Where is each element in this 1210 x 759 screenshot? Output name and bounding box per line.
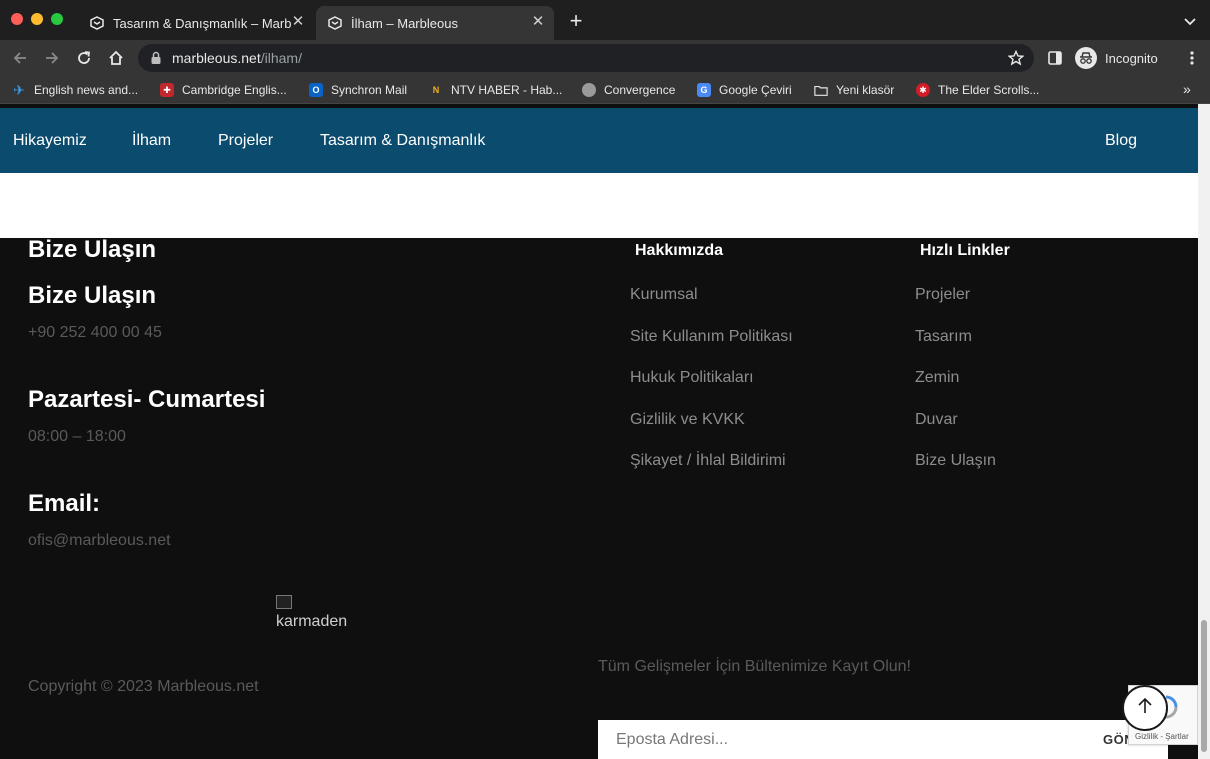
bookmark-label: Synchron Mail [331,83,408,97]
ntv-icon: N [432,85,440,95]
bookmark-english-news[interactable]: ✈ English news and... [12,82,138,98]
quick-link-projeler[interactable]: Projeler [915,286,970,304]
bookmark-convergence[interactable]: Convergence [582,82,675,98]
scroll-to-top-button[interactable] [1122,685,1168,731]
bookmark-label: English news and... [34,83,139,97]
quick-links-column-title: Hızlı Linkler [920,242,1010,259]
newsletter-email-input[interactable] [616,731,1086,749]
bookmark-label: NTV HABER - Hab... [451,83,563,97]
content-spacer [0,173,1198,238]
back-arrow-icon[interactable] [10,48,30,68]
phone-link[interactable]: +90 252 400 00 45 [28,324,162,342]
browser-tab-strip: Tasarım & Danışmanlık – Marbleous ✕ İlha… [0,0,1210,40]
scrollbar-thumb[interactable] [1201,620,1207,752]
copyright-text: Copyright © 2023 Marbleous.net [28,678,259,695]
quick-link-duvar[interactable]: Duvar [915,411,958,429]
home-icon[interactable] [106,48,126,68]
lock-icon[interactable] [150,51,162,70]
bookmark-star-icon[interactable] [1007,49,1025,71]
hours-text: 08:00 – 18:00 [28,428,126,445]
forward-arrow-icon[interactable] [42,48,62,68]
hours-heading: Pazartesi- Cumartesi [28,386,266,413]
more-menu-icon[interactable] [1182,48,1202,68]
nav-link-projeler[interactable]: Projeler [218,132,273,150]
browser-tab-tasarim[interactable]: Tasarım & Danışmanlık – Marbleous ✕ [78,6,314,40]
profile-label: Incognito [1105,50,1158,66]
elder-scrolls-icon: ✱ [916,83,930,97]
contact-subheading: Bize Ulaşın [28,282,157,309]
bookmark-elder-scrolls[interactable]: ✱ The Elder Scrolls... [916,82,1039,98]
minimize-window-button[interactable] [31,13,43,25]
site-navigation: Hikayemiz İlham Projeler Tasarım & Danış… [0,108,1198,173]
email-link[interactable]: ofis@marbleous.net [28,532,171,550]
broken-image-icon [276,595,292,609]
newsletter-prompt: Tüm Gelişmeler İçin Bültenimize Kayıt Ol… [598,658,911,675]
side-panel-icon[interactable] [1045,48,1065,68]
quick-link-zemin[interactable]: Zemin [915,369,959,387]
outlook-icon: O [309,83,323,97]
url-text: marbleous.net/ilham/ [172,50,302,66]
close-tab-icon[interactable]: ✕ [530,14,546,30]
quick-link-bize-ulasin[interactable]: Bize Ulaşın [915,452,996,470]
recaptcha-terms-text: Gizlilik - Şartlar [1135,732,1189,741]
contact-heading: Bize Ulaşın [28,236,157,263]
bookmark-synchron-mail[interactable]: O Synchron Mail [309,82,407,98]
address-bar[interactable]: marbleous.net/ilham/ [138,44,1034,72]
marbleous-favicon-icon [328,16,342,30]
about-link-sikayet[interactable]: Şikayet / İhlal Bildirimi [630,452,786,470]
tab-search-chevron-icon[interactable] [1182,13,1198,29]
about-link-site-kullanim[interactable]: Site Kullanım Politikası [630,328,793,346]
newsletter-form: GÖN [598,720,1168,759]
url-path: /ilham/ [260,50,302,66]
about-column-title: Hakkımızda [635,242,724,259]
folder-icon [814,83,828,97]
marbleous-favicon-icon [90,16,104,30]
close-window-button[interactable] [11,13,23,25]
about-link-gizlilik[interactable]: Gizlilik ve KVKK [630,411,745,429]
nav-link-hikayemiz[interactable]: Hikayemiz [13,132,87,150]
email-heading: Email: [28,490,101,517]
bookmark-google-ceviri[interactable]: G Google Çeviri [697,82,792,98]
tab-title: İlham – Marbleous [351,15,458,31]
page-scrollbar[interactable] [1198,104,1210,759]
browser-tab-ilham[interactable]: İlham – Marbleous ✕ [316,6,554,40]
cambridge-icon: ✚ [160,83,174,97]
maximize-window-button[interactable] [51,13,63,25]
bookmark-label: The Elder Scrolls... [938,83,1040,97]
close-tab-icon[interactable]: ✕ [290,14,306,30]
globe-blue-icon: ✈ [13,81,25,98]
bookmark-cambridge[interactable]: ✚ Cambridge Englis... [160,82,287,98]
bookmark-label: Convergence [604,83,676,97]
nav-link-tasarim-danismanlik[interactable]: Tasarım & Danışmanlık [320,132,485,150]
bookmark-label: Google Çeviri [719,83,792,97]
bookmarks-bar: ✈ English news and... ✚ Cambridge Englis… [0,76,1210,104]
page-viewport: Hikayemiz İlham Projeler Tasarım & Danış… [0,104,1198,759]
browser-toolbar: marbleous.net/ilham/ Incognito [0,40,1210,76]
url-host: marbleous.net [172,50,261,66]
nav-link-blog[interactable]: Blog [1105,132,1137,150]
quick-link-tasarim[interactable]: Tasarım [915,328,972,346]
nav-link-ilham[interactable]: İlham [132,132,171,150]
more-bookmarks-chevron-icon[interactable]: » [1183,81,1191,97]
bookmark-label: Yeni klasör [836,83,895,97]
incognito-profile-button[interactable]: Incognito [1075,46,1158,70]
broken-image-karmaden[interactable]: karmaden [276,595,347,631]
incognito-icon [1075,47,1097,69]
bookmark-ntv-haber[interactable]: N NTV HABER - Hab... [429,82,563,98]
about-link-kurumsal[interactable]: Kurumsal [630,286,698,304]
bookmark-label: Cambridge Englis... [182,83,287,97]
bookmark-folder-yeni-klasor[interactable]: Yeni klasör [814,82,894,98]
google-translate-icon: G [697,83,711,97]
globe-icon [582,83,596,97]
arrow-up-icon [1137,697,1153,720]
about-link-hukuk[interactable]: Hukuk Politikaları [630,369,754,387]
reload-icon[interactable] [74,48,94,68]
broken-image-alt-text: karmaden [276,613,348,630]
tab-title: Tasarım & Danışmanlık – Marbleous [113,15,291,31]
new-tab-plus-icon[interactable]: + [566,10,586,32]
